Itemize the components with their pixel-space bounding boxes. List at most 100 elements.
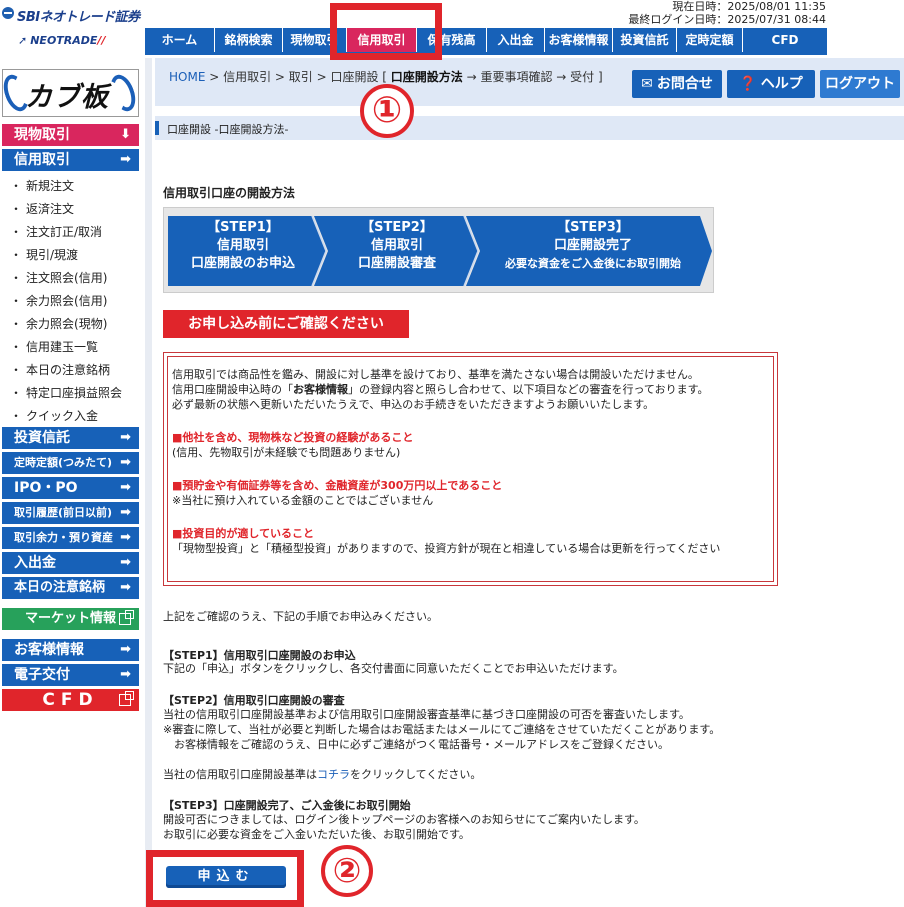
tab-home[interactable]: ホーム bbox=[145, 28, 215, 52]
sidebar-item-deposit[interactable]: 入出金 ➡ bbox=[2, 552, 139, 574]
sidebar-item-label: 投資信託 bbox=[14, 430, 70, 446]
tab-regular-fixed[interactable]: 定時定額 bbox=[677, 28, 743, 52]
step2-text-1: 当社の信用取引口座開設基準および信用取引口座開設審査基準に基づき口座開設の可否を… bbox=[163, 708, 690, 721]
sidebar-sub-order-inquiry[interactable]: 注文照会(信用) bbox=[10, 269, 107, 286]
sidebar-item-tsumitate[interactable]: 定時定額(つみたて) ➡ bbox=[2, 452, 139, 474]
arrow-right-icon: ➡ bbox=[120, 555, 131, 570]
notice-req-3: ■投資目的が適していること bbox=[172, 527, 315, 540]
criteria-text-b: をクリックしてください。 bbox=[350, 768, 482, 781]
sidebar-item-history[interactable]: 取引履歴(前日以前) ➡ bbox=[2, 502, 139, 524]
sidebar-item-ipo-po[interactable]: IPO・PO ➡ bbox=[2, 477, 139, 499]
sidebar-sub-margin-power[interactable]: 余力照会(信用) bbox=[10, 292, 107, 309]
step-1: 【STEP1】 信用取引 口座開設のお申込 bbox=[168, 215, 318, 285]
sidebar-item-label: CFD bbox=[42, 690, 99, 710]
step-3-line1: 口座開設完了 bbox=[553, 238, 632, 253]
external-link-icon bbox=[119, 610, 134, 625]
breadcrumb-current: 口座開設方法 bbox=[390, 70, 463, 84]
notice-intro-1: 信用取引では商品性を鑑み、開設に対し基準を設けており、基準を満たさない場合は開設… bbox=[172, 368, 699, 381]
sidebar-sub-new-order[interactable]: 新規注文 bbox=[10, 177, 74, 194]
arrow-right-icon: ➡ bbox=[120, 505, 131, 520]
tab-cfd[interactable]: CFD bbox=[743, 28, 827, 52]
breadcrumb-path: > 信用取引 > 取引 > bbox=[205, 70, 331, 84]
criteria-text-a: 当社の信用取引口座開設基準は bbox=[163, 768, 317, 781]
sidebar-item-cfd[interactable]: CFD bbox=[2, 689, 139, 711]
apply-button[interactable]: 申込む bbox=[166, 866, 286, 888]
step-1-title: 【STEP1】 bbox=[207, 220, 279, 235]
notice-req-2-note: ※当社に預け入れている金額のことではございません bbox=[172, 494, 434, 507]
sidebar-sub-quick-deposit[interactable]: クイック入金 bbox=[10, 407, 98, 424]
step2-text-2: ※審査に際して、当社が必要と判断した場合はお電話またはメールにてご連絡をさせてい… bbox=[163, 723, 721, 736]
sidebar-sub-repay-order[interactable]: 返済注文 bbox=[10, 200, 74, 217]
help-icon: ❓ bbox=[739, 76, 757, 92]
section-title: 信用取引口座の開設方法 bbox=[163, 186, 296, 200]
neotrade-name: NEOTRADE bbox=[30, 34, 98, 47]
tab-deposit[interactable]: 入出金 bbox=[487, 28, 545, 52]
arrow-right-icon: ➡ bbox=[120, 455, 131, 470]
annotation-box-1 bbox=[330, 3, 442, 60]
sidebar-item-e-delivery[interactable]: 電子交付 ➡ bbox=[2, 664, 139, 686]
step2-text-3: お客様情報をご確認のうえ、日中に必ずご連絡がつく電話番号・メールアドレスをご登録… bbox=[163, 738, 669, 751]
clock: 現在日時：2025/08/01 11:35 最終ログイン日時：2025/07/3… bbox=[628, 0, 826, 26]
arrow-right-icon: ➡ bbox=[120, 667, 131, 682]
tab-investment-trust[interactable]: 投資信託 bbox=[613, 28, 677, 52]
step-1-line1: 信用取引 bbox=[216, 238, 269, 253]
notice-inner: 信用取引では商品性を鑑み、開設に対し基準を設けており、基準を満たさない場合は開設… bbox=[167, 356, 774, 582]
criteria-link[interactable]: コチラ bbox=[317, 768, 350, 781]
step-2-line2: 口座開設審査 bbox=[357, 256, 436, 271]
arrow-right-icon: ➡ bbox=[120, 152, 131, 167]
sidebar-sub-order-edit[interactable]: 注文訂正/取消 bbox=[10, 223, 102, 240]
sidebar-sub-delivery[interactable]: 現引/現渡 bbox=[10, 246, 78, 263]
neotrade-slash-icon: // bbox=[97, 34, 106, 47]
step-3-line2: 必要な資金をご入金後にお取引開始 bbox=[505, 257, 681, 270]
neotrade-arrow-icon: ➚ bbox=[18, 34, 28, 47]
confirm-line: 上記をご確認のうえ、下記の手順でお申込みください。 bbox=[163, 610, 438, 623]
topnav-underline bbox=[145, 52, 827, 55]
notice-intro-2b: お客様情報 bbox=[293, 383, 348, 396]
sidebar-item-margin-trading[interactable]: 信用取引 ➡ bbox=[2, 149, 139, 171]
notice-req-1: ■他社を含め、現物株など投資の経験があること bbox=[172, 431, 414, 444]
sidebar-item-customer-info[interactable]: お客様情報 ➡ bbox=[2, 639, 139, 661]
annotation-number-1: ① bbox=[360, 84, 414, 138]
sidebar-sub-specific-pnl[interactable]: 特定口座損益照会 bbox=[10, 384, 122, 401]
tab-customer-info[interactable]: お客様情報 bbox=[545, 28, 613, 52]
sidebar-item-label: 本日の注意銘柄 bbox=[14, 580, 106, 595]
sidebar-item-caution[interactable]: 本日の注意銘柄 ➡ bbox=[2, 577, 139, 599]
step-2-title: 【STEP2】 bbox=[361, 220, 433, 235]
sidebar-item-label: IPO・PO bbox=[14, 480, 78, 496]
step2-heading: 【STEP2】信用取引口座開設の審査 bbox=[163, 694, 345, 707]
notice-intro-3: 必ず最新の状態へ更新いただいたうえで、申込のお手続きをいただきますようお願いいた… bbox=[172, 398, 655, 411]
sidebar-item-cash-trading[interactable]: 現物取引 ⬇ bbox=[2, 124, 139, 146]
sidebar-sub-caution-stocks[interactable]: 本日の注意銘柄 bbox=[10, 361, 110, 378]
sidebar-item-assets[interactable]: 取引余力・預り資産 ➡ bbox=[2, 527, 139, 549]
arrow-right-icon: ➡ bbox=[120, 430, 131, 445]
contact-button[interactable]: ✉ お問合せ bbox=[632, 70, 722, 98]
help-label: ヘルプ bbox=[760, 76, 803, 92]
step3-text-1: 開設可否につきましては、ログイン後トップページのお客様へのお知らせにてご案内いた… bbox=[163, 813, 645, 826]
help-button[interactable]: ❓ ヘルプ bbox=[727, 70, 815, 98]
last-login-time: 最終ログイン日時：2025/07/31 08:44 bbox=[628, 13, 826, 26]
page-header: 口座開設 -口座開設方法- bbox=[155, 116, 904, 140]
notice-req-1-note: (信用、先物取引が未経験でも問題ありません) bbox=[172, 446, 401, 459]
kabuita-banner[interactable]: カブ板 bbox=[2, 69, 139, 117]
sidebar-item-label: マーケット情報 bbox=[24, 611, 116, 626]
sidebar-item-label: 信用取引 bbox=[14, 152, 70, 168]
tab-stock-search[interactable]: 銘柄検索 bbox=[215, 28, 283, 52]
sidebar-sub-cash-power[interactable]: 余力照会(現物) bbox=[10, 315, 107, 332]
notice-box: 信用取引では商品性を鑑み、開設に対し基準を設けており、基準を満たさない場合は開設… bbox=[163, 352, 778, 586]
step-2: 【STEP2】 信用取引 口座開設審査 bbox=[322, 215, 472, 285]
arrow-right-icon: ➡ bbox=[120, 480, 131, 495]
breadcrumb-home[interactable]: HOME bbox=[169, 70, 205, 84]
neotrade-logo: ➚ NEOTRADE// bbox=[18, 34, 105, 47]
sidebar-item-investment-trust[interactable]: 投資信託 ➡ bbox=[2, 427, 139, 449]
logout-button[interactable]: ログアウト bbox=[820, 70, 900, 98]
step1-text: 下記の「申込」ボタンをクリックし、各交付書面に同意いただくことでお申込いただけま… bbox=[163, 662, 624, 675]
sidebar-item-label: お客様情報 bbox=[14, 642, 84, 658]
step3-heading: 【STEP3】口座開設完了、ご入金後にお取引開始 bbox=[163, 799, 411, 812]
arrow-down-icon: ⬇ bbox=[120, 127, 131, 142]
steps-panel: 【STEP1】 信用取引 口座開設のお申込 【STEP2】 信用取引 口座開設審… bbox=[163, 207, 714, 293]
contact-label: お問合せ bbox=[656, 76, 713, 92]
step-3: 【STEP3】 口座開設完了 必要な資金をご入金後にお取引開始 bbox=[482, 215, 704, 285]
confirm-banner: お申し込み前にご確認ください bbox=[163, 310, 409, 338]
sidebar-item-market-info[interactable]: マーケット情報 bbox=[2, 608, 139, 630]
sidebar-sub-positions[interactable]: 信用建玉一覧 bbox=[10, 338, 98, 355]
